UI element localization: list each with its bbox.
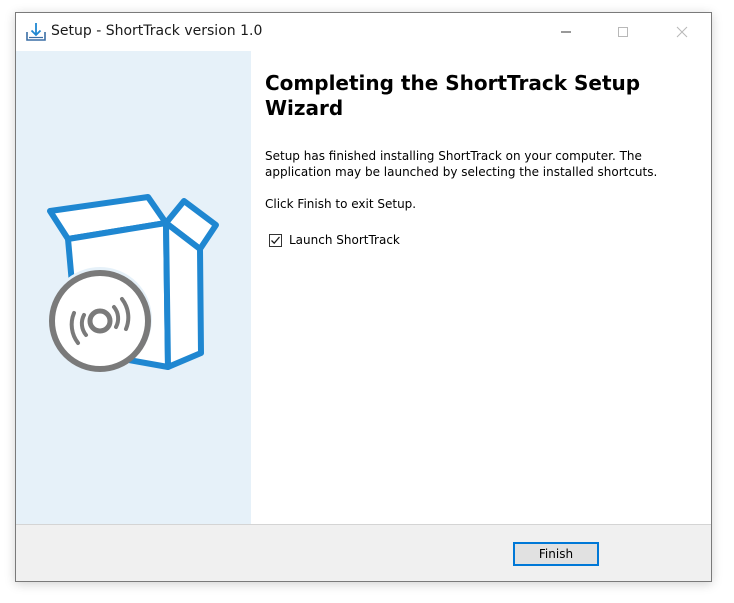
setup-download-icon [25, 21, 47, 43]
finish-button[interactable]: Finish [513, 542, 599, 566]
page-title: Completing the ShortTrack Setup Wizard [265, 71, 641, 120]
wizard-side-panel [16, 51, 251, 524]
window-title: Setup - ShortTrack version 1.0 [51, 23, 263, 39]
close-button[interactable] [659, 13, 705, 51]
maximize-icon [617, 23, 629, 42]
launch-checkbox[interactable] [269, 233, 282, 247]
maximize-button[interactable] [600, 13, 646, 51]
wizard-footer: Finish [16, 525, 711, 581]
software-box-with-disc-icon [44, 193, 224, 393]
launch-option[interactable]: Launch ShortTrack [269, 233, 400, 247]
close-icon [676, 23, 688, 42]
exit-instruction-text: Click Finish to exit Setup. [265, 197, 417, 211]
wizard-content: Completing the ShortTrack Setup Wizard S… [251, 51, 711, 524]
launch-checkbox-label[interactable]: Launch ShortTrack [289, 233, 400, 247]
minimize-button[interactable] [543, 13, 589, 51]
checkmark-icon [271, 236, 280, 244]
title-bar[interactable]: Setup - ShortTrack version 1.0 [16, 13, 711, 51]
install-complete-text: Setup has finished installing ShortTrack… [265, 149, 658, 179]
minimize-icon [560, 23, 572, 42]
setup-window: Setup - ShortTrack version 1.0 Completin… [15, 12, 712, 582]
